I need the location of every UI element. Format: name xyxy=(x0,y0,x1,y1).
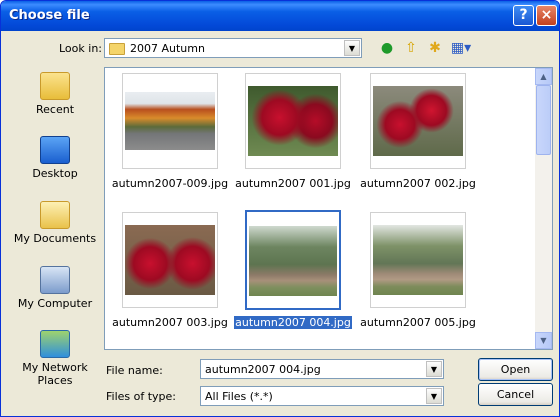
look-in-value: 2007 Autumn xyxy=(130,42,205,55)
files-of-type-label: Files of type: xyxy=(106,390,177,403)
file-name-input[interactable]: autumn2007 004.jpg ▼ xyxy=(200,359,444,379)
cancel-button[interactable]: Cancel xyxy=(478,383,553,406)
my-computer-icon xyxy=(40,266,70,294)
folder-icon xyxy=(109,43,125,55)
new-folder-icon[interactable]: ✱ xyxy=(425,39,445,57)
places-bar: Recent Desktop My Documents My Computer … xyxy=(11,67,99,398)
place-my-computer[interactable]: My Computer xyxy=(11,266,99,310)
look-in-label: Look in: xyxy=(59,42,102,55)
window-title: Choose file xyxy=(9,8,90,23)
thumbnail xyxy=(122,212,218,308)
up-folder-icon[interactable]: ⇧ xyxy=(401,39,421,57)
desktop-icon xyxy=(40,136,70,164)
thumbnail xyxy=(370,73,466,169)
vertical-scrollbar[interactable]: ▲ ▼ xyxy=(535,68,552,349)
files-of-type-value: All Files (*.*) xyxy=(205,390,273,403)
scroll-up-icon[interactable]: ▲ xyxy=(535,68,552,85)
place-label: Recent xyxy=(35,103,75,116)
file-list[interactable]: autumn2007-009.jpg autumn2007 001.jpg au… xyxy=(104,67,553,350)
file-name-value: autumn2007 004.jpg xyxy=(205,363,321,376)
file-name: autumn2007-009.jpg xyxy=(111,177,229,190)
choose-file-dialog: Choose file ? × Look in: 2007 Autumn ▼ ●… xyxy=(0,0,560,417)
thumbnail xyxy=(245,210,341,310)
close-button[interactable]: × xyxy=(536,5,557,26)
thumbnail xyxy=(122,73,218,169)
chevron-down-icon[interactable]: ▼ xyxy=(344,40,360,56)
back-icon[interactable]: ● xyxy=(377,39,397,57)
help-button[interactable]: ? xyxy=(513,5,534,26)
place-desktop[interactable]: Desktop xyxy=(11,136,99,180)
place-label: My Documents xyxy=(13,232,97,245)
scrollbar-thumb[interactable] xyxy=(536,85,551,155)
file-name-label: File name: xyxy=(106,364,163,377)
open-button[interactable]: Open xyxy=(478,358,553,381)
title-bar[interactable]: Choose file ? × xyxy=(1,1,559,31)
thumbnail xyxy=(370,212,466,308)
recent-folder-icon xyxy=(40,72,70,100)
network-places-icon xyxy=(40,330,70,358)
file-name: autumn2007 005.jpg xyxy=(360,316,476,329)
views-menu-icon[interactable]: ▦▾ xyxy=(449,39,473,57)
scroll-down-icon[interactable]: ▼ xyxy=(535,332,552,349)
my-documents-icon xyxy=(40,201,70,229)
file-name: autumn2007 002.jpg xyxy=(360,177,476,190)
place-network[interactable]: My Network Places xyxy=(11,330,99,387)
file-name: autumn2007 003.jpg xyxy=(112,316,228,329)
place-my-documents[interactable]: My Documents xyxy=(11,201,99,245)
files-of-type-dropdown[interactable]: All Files (*.*) ▼ xyxy=(200,386,444,406)
place-label: Desktop xyxy=(32,167,78,180)
file-name: autumn2007 001.jpg xyxy=(235,177,351,190)
chevron-down-icon[interactable]: ▼ xyxy=(426,388,442,404)
place-recent[interactable]: Recent xyxy=(11,72,99,116)
look-in-dropdown[interactable]: 2007 Autumn ▼ xyxy=(104,38,362,58)
place-label: My Computer xyxy=(17,297,93,310)
place-label: My Network Places xyxy=(22,361,88,387)
file-name: autumn2007 004.jpg xyxy=(234,316,352,329)
thumbnail xyxy=(245,73,341,169)
chevron-down-icon[interactable]: ▼ xyxy=(426,361,442,377)
